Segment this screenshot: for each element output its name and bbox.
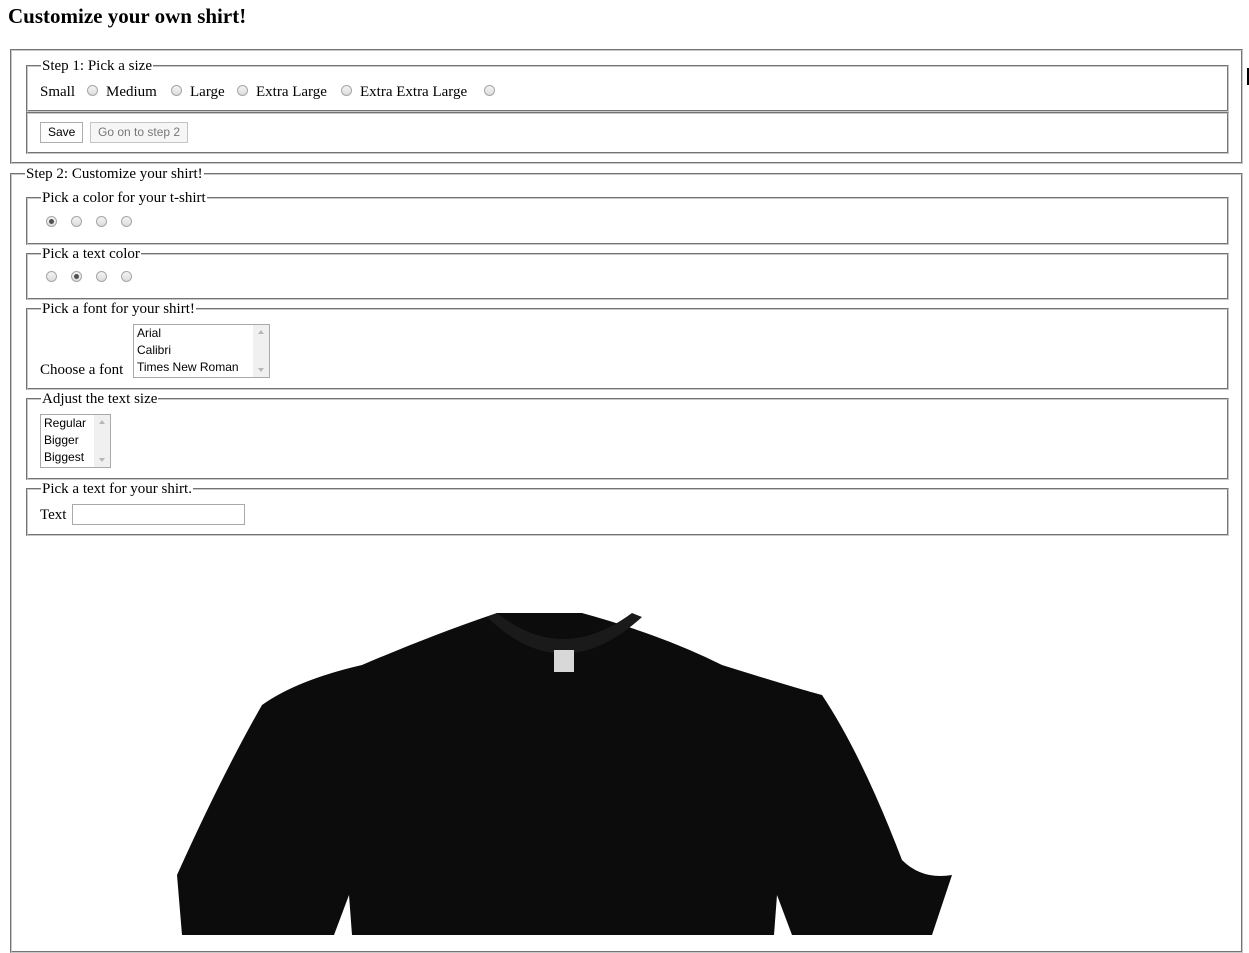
save-button[interactable]: Save: [40, 122, 84, 143]
step2-fieldset: Step 2: Customize your shirt! Pick a col…: [10, 165, 1243, 953]
shirt-color-radio-2[interactable]: [71, 216, 82, 227]
shirt-text-label: Text: [40, 507, 67, 523]
size-label-small: Small: [40, 84, 76, 100]
step1-actions-fieldset: Save Go on to step 2: [26, 112, 1229, 154]
scroll-up-arrow-icon[interactable]: [258, 330, 264, 334]
size-fieldset: Step 1: Pick a size Small Medium Large E…: [26, 57, 1229, 112]
scroll-down-arrow-icon[interactable]: [99, 458, 105, 462]
shirt-color-radio-1[interactable]: [46, 216, 57, 227]
t-shirt-tag-icon: [554, 650, 574, 672]
shirt-color-fieldset: Pick a color for your t-shirt: [26, 189, 1229, 245]
size-radio-medium[interactable]: [171, 85, 182, 96]
font-label: Choose a font: [40, 362, 124, 378]
t-shirt-image: [177, 613, 952, 935]
font-listbox[interactable]: Arial Calibri Times New Roman: [133, 324, 270, 378]
shirt-text-fieldset: Pick a text for your shirt. Text: [26, 480, 1229, 536]
shirt-text-legend: Pick a text for your shirt.: [41, 480, 193, 498]
size-label-medium: Medium: [106, 84, 157, 100]
font-legend: Pick a font for your shirt!: [41, 300, 196, 318]
shirt-color-radio-3[interactable]: [96, 216, 107, 227]
shirt-color-legend: Pick a color for your t-shirt: [41, 189, 207, 207]
size-label-xl: Extra Large: [256, 84, 327, 100]
size-radio-small[interactable]: [87, 85, 98, 96]
size-label-large: Large: [190, 84, 225, 100]
size-radio-xxl[interactable]: [484, 85, 495, 96]
shirt-color-radio-4[interactable]: [121, 216, 132, 227]
font-listbox-scrollbar[interactable]: [253, 325, 269, 377]
scroll-up-arrow-icon[interactable]: [99, 420, 105, 424]
go-to-step2-button[interactable]: Go on to step 2: [90, 122, 189, 143]
step1-fieldset: Step 1: Pick a size Small Medium Large E…: [10, 49, 1243, 164]
font-fieldset: Pick a font for your shirt! Choose a fon…: [26, 300, 1229, 390]
step2-legend: Step 2: Customize your shirt!: [25, 165, 204, 183]
size-label-xxl: Extra Extra Large: [360, 84, 468, 100]
text-size-legend: Adjust the text size: [41, 390, 159, 408]
page-title: Customize your own shirt!: [8, 4, 247, 28]
text-size-listbox[interactable]: Regular Bigger Biggest: [40, 414, 111, 468]
shirt-text-input[interactable]: [72, 504, 245, 525]
text-size-fieldset: Adjust the text size Regular Bigger Bigg…: [26, 390, 1229, 480]
size-radio-xl[interactable]: [341, 85, 352, 96]
font-option-arial[interactable]: Arial: [134, 325, 269, 342]
size-radio-large[interactable]: [237, 85, 248, 96]
font-option-times[interactable]: Times New Roman: [134, 359, 269, 376]
text-color-legend: Pick a text color: [41, 245, 141, 263]
text-color-radio-1[interactable]: [46, 271, 57, 282]
text-color-radio-2[interactable]: [71, 271, 82, 282]
text-color-fieldset: Pick a text color: [26, 245, 1229, 300]
size-legend: Step 1: Pick a size: [41, 57, 153, 75]
text-color-radio-3[interactable]: [96, 271, 107, 282]
text-size-listbox-scrollbar[interactable]: [94, 415, 110, 467]
scroll-down-arrow-icon[interactable]: [258, 368, 264, 372]
text-color-radio-4[interactable]: [121, 271, 132, 282]
font-option-calibri[interactable]: Calibri: [134, 342, 269, 359]
